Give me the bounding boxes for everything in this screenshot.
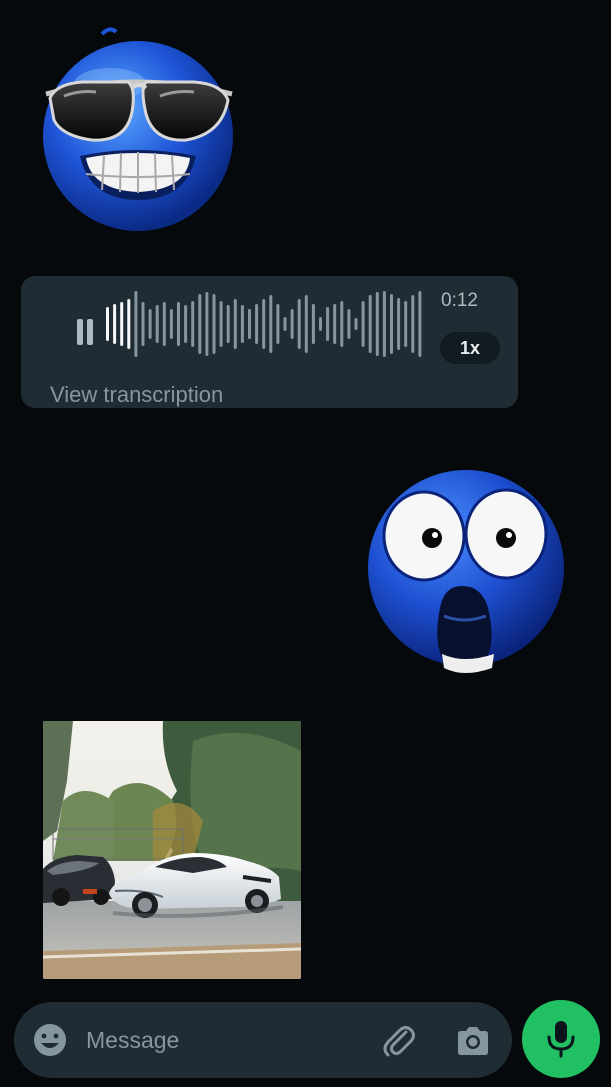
waveform-bar bbox=[319, 317, 322, 331]
voice-record-button[interactable] bbox=[522, 1000, 600, 1078]
waveform-bar bbox=[262, 299, 266, 349]
smiley-icon[interactable] bbox=[32, 1022, 68, 1058]
waveform-bar bbox=[375, 292, 379, 356]
waveform-bar bbox=[390, 294, 393, 354]
waveform-bar bbox=[361, 301, 365, 347]
waveform-bar bbox=[297, 299, 301, 349]
message-input[interactable] bbox=[86, 1022, 366, 1058]
waveform-bar bbox=[276, 304, 280, 344]
waveform-bar bbox=[326, 307, 330, 341]
view-transcription-link[interactable]: View transcription bbox=[50, 382, 223, 408]
waveform-bar bbox=[411, 295, 415, 353]
waveform-bar bbox=[219, 301, 223, 347]
waveform-bar bbox=[148, 309, 152, 339]
waveform-bar bbox=[248, 309, 251, 339]
audio-waveform[interactable] bbox=[104, 290, 424, 358]
chat-area: 0:12 1x View transcription bbox=[0, 0, 611, 1087]
cool-emoji-icon bbox=[43, 27, 233, 231]
message-composer bbox=[14, 1002, 512, 1078]
waveform-bar bbox=[290, 309, 294, 339]
waveform-bar bbox=[333, 304, 337, 344]
waveform-bar bbox=[212, 294, 216, 354]
pause-icon bbox=[77, 319, 83, 345]
paperclip-icon[interactable] bbox=[380, 1022, 418, 1060]
waveform-bar bbox=[134, 291, 138, 357]
waveform-bar bbox=[311, 304, 315, 344]
waveform-bar bbox=[397, 298, 401, 350]
waveform-bar bbox=[120, 302, 124, 346]
waveform-bar bbox=[198, 294, 202, 354]
waveform-bar bbox=[269, 295, 273, 353]
waveform-bar bbox=[404, 301, 408, 347]
voice-message-bubble[interactable]: 0:12 1x View transcription bbox=[21, 276, 518, 408]
shocked-emoji-icon bbox=[368, 470, 564, 673]
waveform-bar bbox=[184, 305, 188, 343]
waveform-bar bbox=[106, 307, 109, 341]
waveform-bar bbox=[382, 291, 386, 357]
waveform-bar bbox=[169, 309, 173, 339]
playback-speed-button[interactable]: 1x bbox=[440, 332, 500, 364]
sports-car-image bbox=[43, 721, 301, 979]
voice-duration: 0:12 bbox=[441, 290, 478, 311]
waveform-bar bbox=[127, 299, 131, 349]
pause-button[interactable] bbox=[65, 312, 105, 352]
waveform-bar bbox=[191, 301, 195, 347]
microphone-icon bbox=[547, 1021, 575, 1058]
camera-icon[interactable] bbox=[454, 1022, 492, 1060]
waveform-bar bbox=[255, 304, 259, 344]
waveform-bar bbox=[113, 304, 117, 344]
waveform-bar bbox=[226, 305, 230, 343]
cool-sunglasses-sticker[interactable] bbox=[36, 24, 240, 236]
waveform-bar bbox=[205, 292, 209, 356]
waveform-bar bbox=[240, 305, 244, 343]
waveform-bar bbox=[368, 295, 372, 353]
waveform-bar bbox=[340, 301, 344, 347]
waveform-bar bbox=[347, 309, 351, 339]
waveform-bar bbox=[233, 299, 237, 349]
waveform-bar bbox=[155, 305, 159, 343]
waveform-bar bbox=[354, 318, 358, 330]
waveform-bar bbox=[304, 295, 308, 353]
waveform-bar bbox=[141, 302, 145, 346]
waveform-bar bbox=[283, 317, 287, 331]
waveform-bar bbox=[418, 291, 422, 357]
car-photo-message[interactable] bbox=[43, 721, 301, 979]
waveform-bar bbox=[177, 302, 180, 346]
waveform-bar bbox=[162, 302, 166, 346]
shocked-sticker[interactable] bbox=[360, 458, 572, 688]
